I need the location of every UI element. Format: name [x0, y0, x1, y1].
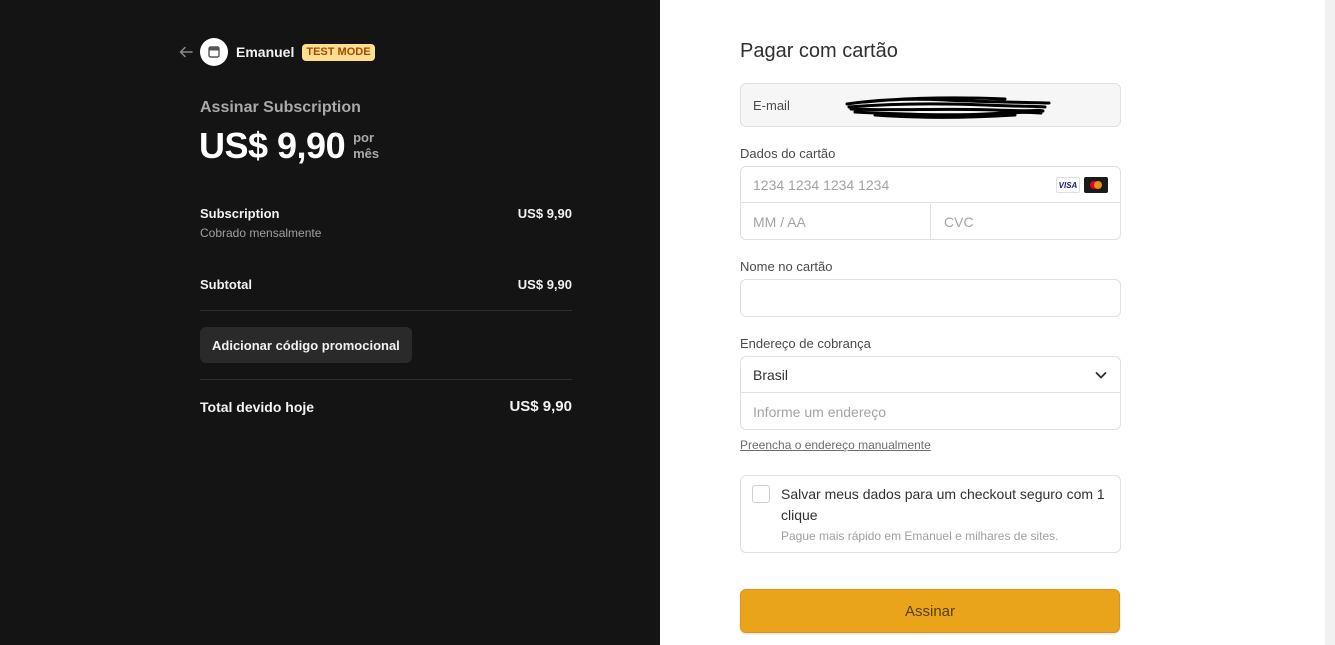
- price-amount: US$ 9,90: [199, 125, 346, 166]
- save-info-checkbox[interactable]: [752, 485, 770, 503]
- billing-address-group: Brasil Informe um endereço: [740, 356, 1121, 430]
- cardholder-name-input[interactable]: [740, 279, 1121, 317]
- subtotal-row: Subtotal US$ 9,90: [200, 277, 572, 292]
- total-amount: US$ 9,90: [509, 398, 572, 415]
- subtotal-amount: US$ 9,90: [517, 277, 572, 292]
- expiry-placeholder: MM / AA: [753, 214, 806, 230]
- address-placeholder: Informe um endereço: [753, 404, 887, 420]
- price-period: por mês: [353, 130, 379, 162]
- redacted-email-scribble: [845, 96, 1051, 119]
- cardholder-name-label: Nome no cartão: [740, 259, 833, 274]
- period-line-1: por: [353, 130, 375, 145]
- cvc-placeholder: CVC: [944, 214, 974, 230]
- email-field[interactable]: E-mail: [740, 83, 1121, 127]
- email-label: E-mail: [753, 97, 790, 113]
- expiry-input[interactable]: MM / AA: [741, 204, 931, 240]
- add-promo-code-button[interactable]: Adicionar código promocional: [200, 327, 412, 363]
- period-line-2: mês: [353, 146, 380, 161]
- line-item-description: Cobrado mensalmente: [200, 226, 322, 240]
- save-info-description: Pague mais rápido em Emanuel e milhares …: [781, 529, 1059, 543]
- line-item: Subscription US$ 9,90 Cobrado mensalment…: [200, 206, 572, 240]
- card-brands: VISA: [1056, 177, 1108, 193]
- total-label: Total devido hoje: [200, 398, 315, 415]
- line-item-amount: US$ 9,90: [517, 206, 572, 221]
- divider: [200, 379, 572, 380]
- store-icon: [200, 38, 228, 66]
- subscribe-button[interactable]: Assinar: [740, 589, 1120, 633]
- billing-address-label: Endereço de cobrança: [740, 336, 871, 351]
- line-item-name: Subscription: [200, 206, 280, 221]
- order-summary-panel: Emanuel TEST MODE Assinar Subscription U…: [0, 0, 660, 645]
- chevron-down-icon: [1095, 372, 1107, 379]
- total-row: Total devido hoje US$ 9,90: [200, 398, 572, 415]
- save-info-box: Salvar meus dados para um checkout segur…: [740, 475, 1121, 553]
- card-number-input[interactable]: 1234 1234 1234 1234 VISA: [741, 167, 1120, 203]
- test-mode-badge: TEST MODE: [302, 43, 375, 61]
- visa-icon: VISA: [1056, 177, 1080, 193]
- cvc-input[interactable]: CVC: [932, 204, 1120, 240]
- plan-title: Assinar Subscription: [200, 99, 361, 116]
- manual-address-link[interactable]: Preencha o endereço manualmente: [740, 438, 931, 452]
- price-display: US$ 9,90 por mês: [199, 124, 379, 168]
- card-details-group: 1234 1234 1234 1234 VISA MM / AA CVC: [740, 166, 1121, 240]
- scrollbar[interactable]: [1325, 0, 1335, 645]
- country-value: Brasil: [753, 366, 789, 383]
- payment-panel: Pagar com cartão E-mail Dados do cartão …: [660, 0, 1335, 645]
- arrow-left-icon[interactable]: [178, 44, 194, 60]
- card-number-placeholder: 1234 1234 1234 1234: [753, 176, 890, 193]
- merchant-header: Emanuel TEST MODE: [178, 38, 375, 66]
- address-input[interactable]: Informe um endereço: [741, 394, 1120, 430]
- payment-title: Pagar com cartão: [740, 40, 898, 62]
- card-details-label: Dados do cartão: [740, 146, 836, 161]
- merchant-name: Emanuel: [236, 44, 295, 60]
- subtotal-label: Subtotal: [200, 277, 252, 292]
- mastercard-icon: [1084, 177, 1108, 193]
- divider: [200, 310, 572, 311]
- save-info-label: Salvar meus dados para um checkout segur…: [781, 486, 1105, 523]
- country-select[interactable]: Brasil: [741, 357, 1120, 393]
